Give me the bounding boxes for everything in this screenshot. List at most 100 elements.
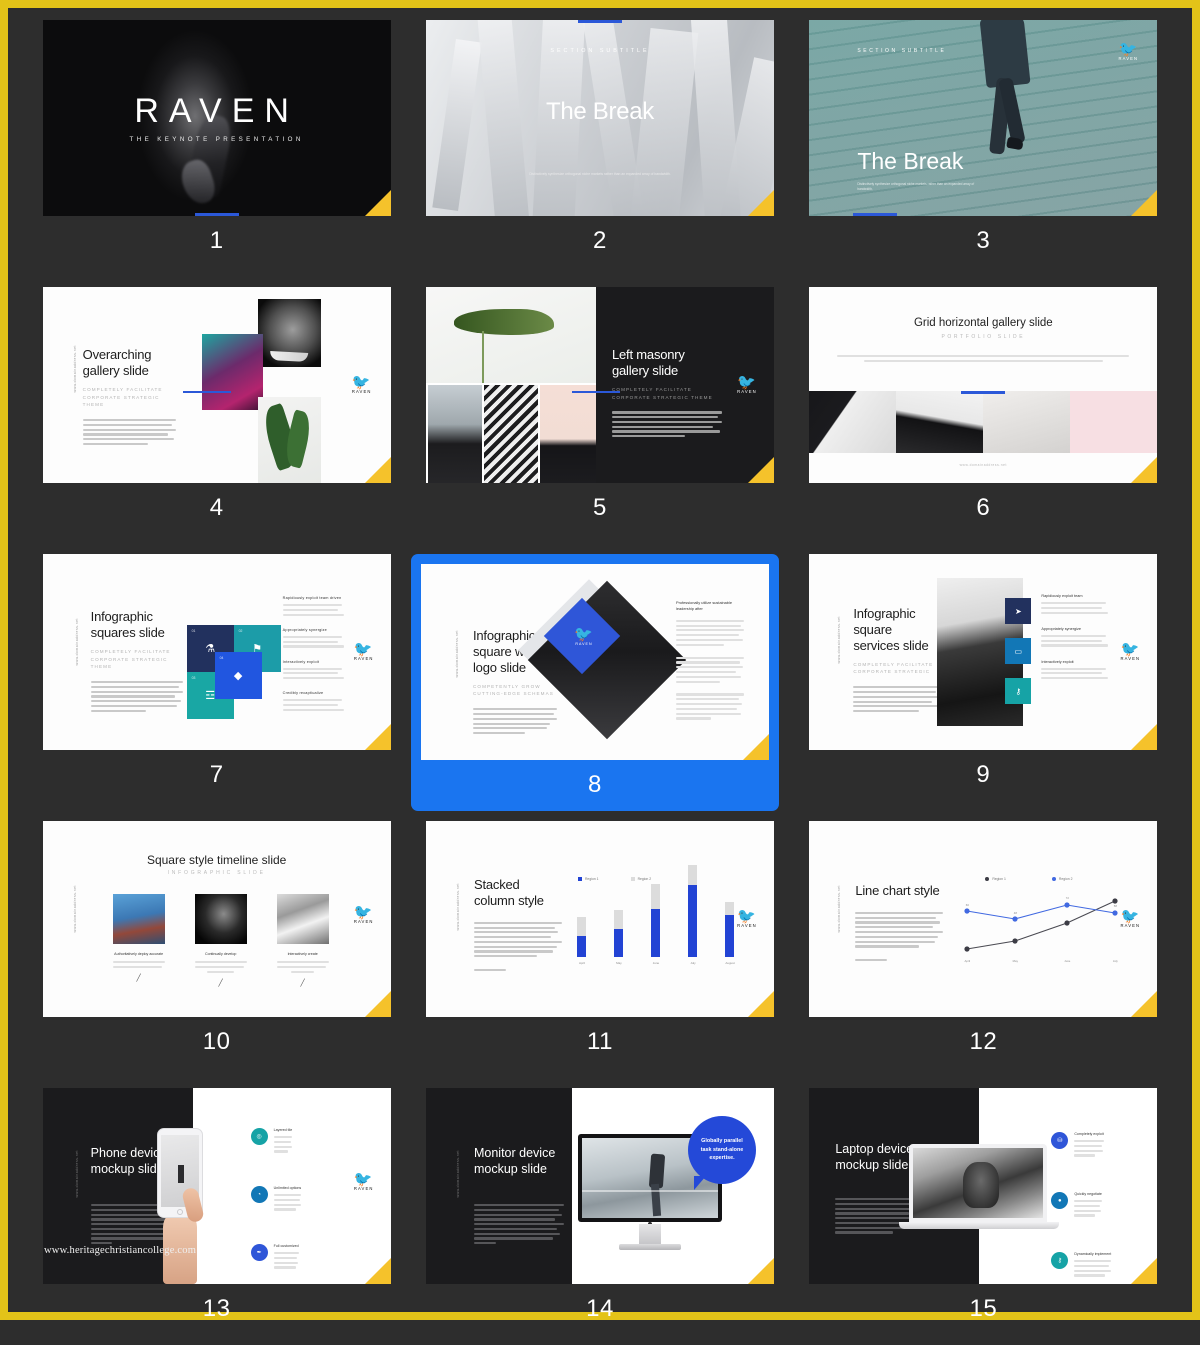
text-column: Infographic squares slide COMPLETELY FAC…	[90, 609, 183, 715]
slide-canvas-15[interactable]: Laptop device mockup slide ⛁ Completely …	[809, 1088, 1158, 1284]
raven-logo-text: RAVEN	[353, 919, 374, 924]
slide-thumb-2[interactable]: SECTION SUBTITLE The Break Distinctively…	[425, 20, 774, 277]
slide-canvas-5[interactable]: Left masonry gallery slide COMPLETELY FA…	[425, 287, 774, 483]
letters-photo	[809, 391, 897, 453]
slide-canvas-8[interactable]: www.domainaddress.net Infographic square…	[420, 564, 769, 760]
slide-cell-1[interactable]: RAVEN THE KEYNOTE PRESENTATION 1	[30, 10, 403, 277]
body-text-placeholder	[855, 911, 944, 962]
slide-thumb-6[interactable]: Grid horizontal gallery slide PORTFOLIO …	[809, 287, 1158, 544]
slide-cell-10[interactable]: www.domainaddress.net Square style timel…	[30, 811, 403, 1078]
slide-cell-8[interactable]: www.domainaddress.net Infographic square…	[410, 544, 786, 811]
slide-thumb-9[interactable]: www.domainaddress.net Infographic square…	[809, 554, 1158, 811]
slide-thumb-4[interactable]: www.domainaddress.net Overarching galler…	[42, 287, 391, 544]
blue-accent-bar	[961, 391, 1006, 394]
raven-logo: 🐦 RAVEN	[1113, 42, 1143, 62]
raven-logo: 🐦 RAVEN	[347, 375, 377, 395]
square-number: 01	[191, 629, 196, 633]
slide-cell-11[interactable]: www.domainaddress.net Stacked column sty…	[413, 811, 786, 1078]
slide-thumb-1[interactable]: RAVEN THE KEYNOTE PRESENTATION 1	[42, 20, 391, 277]
slide-title: Overarching gallery slide	[82, 347, 152, 378]
slide-thumb-3[interactable]: SECTION SUBTITLE The Break Distinctively…	[809, 20, 1158, 277]
body-text-placeholder	[473, 921, 562, 972]
point-label: 48	[1013, 911, 1017, 915]
slide-cell-2[interactable]: SECTION SUBTITLE The Break Distinctively…	[413, 10, 786, 277]
vertical-website-text: www.domainaddress.net	[72, 345, 77, 393]
slide-thumb-7[interactable]: www.domainaddress.net Infographic square…	[42, 554, 391, 811]
slide-grid: RAVEN THE KEYNOTE PRESENTATION 1 SECTION…	[8, 8, 1192, 1345]
slide-cell-12[interactable]: www.domainaddress.net Line chart style R…	[797, 811, 1170, 1078]
blue-accent-bar	[577, 20, 622, 23]
bed-hand-photo	[983, 391, 1071, 453]
slide-cell-9[interactable]: www.domainaddress.net Infographic square…	[797, 544, 1170, 811]
bar-group: May	[613, 910, 625, 965]
slide-canvas-3[interactable]: SECTION SUBTITLE The Break Distinctively…	[809, 20, 1158, 216]
slide-canvas-4[interactable]: www.domainaddress.net Overarching galler…	[42, 287, 391, 483]
feature-text: Layered tile	[273, 1128, 293, 1155]
slide-thumb-15[interactable]: Laptop device mockup slide ⛁ Completely …	[809, 1088, 1158, 1345]
slide-number-13: 13	[202, 1295, 231, 1322]
slide-cell-15[interactable]: Laptop device mockup slide ⛁ Completely …	[797, 1078, 1170, 1345]
slide-canvas-12[interactable]: www.domainaddress.net Line chart style R…	[809, 821, 1158, 1017]
raven-bird-icon: 🐦	[1120, 641, 1141, 658]
raven-logo: 🐦 RAVEN	[349, 642, 379, 662]
slide-thumb-11[interactable]: www.domainaddress.net Stacked column sty…	[425, 821, 774, 1078]
raven-logo-text: RAVEN	[575, 642, 593, 646]
slide-canvas-11[interactable]: www.domainaddress.net Stacked column sty…	[425, 821, 774, 1017]
slide-cell-5[interactable]: Left masonry gallery slide COMPLETELY FA…	[413, 277, 786, 544]
slide-canvas-6[interactable]: Grid horizontal gallery slide PORTFOLIO …	[809, 287, 1158, 483]
slide-cell-3[interactable]: SECTION SUBTITLE The Break Distinctively…	[797, 10, 1170, 277]
vertical-website-text: www.domainaddress.net	[837, 616, 842, 664]
body-text-placeholder	[837, 355, 1130, 365]
raven-logo: 🐦 RAVEN	[732, 375, 762, 395]
pen-icon: ✒	[250, 1244, 268, 1261]
raven-logo-text: RAVEN	[1118, 56, 1139, 61]
x-tick-label: June	[652, 961, 660, 965]
list-item: Appropriately synergize	[282, 628, 351, 648]
slide-canvas-2[interactable]: SECTION SUBTITLE The Break Distinctively…	[425, 20, 774, 216]
key-icon: ⚷	[1015, 686, 1022, 696]
chart-icon: ☲	[205, 690, 216, 702]
slide-number-4: 4	[209, 494, 224, 521]
slide-thumb-5[interactable]: Left masonry gallery slide COMPLETELY FA…	[425, 287, 774, 544]
x-tick-label: July	[690, 961, 696, 965]
slide-cell-13[interactable]: www.domainaddress.net Phone device mocku…	[30, 1078, 403, 1345]
slide-cell-6[interactable]: Grid horizontal gallery slide PORTFOLIO …	[797, 277, 1170, 544]
raven-bird-icon: 🐦	[353, 641, 374, 658]
card-photo	[112, 894, 165, 944]
slide-thumb-12[interactable]: www.domainaddress.net Line chart style R…	[809, 821, 1158, 1078]
card-body-placeholder	[194, 961, 247, 973]
raven-logo-text: RAVEN	[737, 389, 757, 394]
service-square-1: ➤	[1005, 598, 1032, 624]
x-tick-label: May	[616, 961, 622, 965]
slide-cell-14[interactable]: www.domainaddress.net Monitor device moc…	[413, 1078, 786, 1345]
monitor-icon: ▭	[1014, 646, 1023, 656]
vertical-website-text: www.domainaddress.net	[74, 618, 79, 666]
slide-cell-7[interactable]: www.domainaddress.net Infographic square…	[30, 544, 403, 811]
slide-thumb-14[interactable]: www.domainaddress.net Monitor device moc…	[425, 1088, 774, 1345]
section-title: The Break	[545, 98, 654, 125]
man-glasses-photo	[427, 385, 482, 483]
section-subtitle: SECTION SUBTITLE	[550, 48, 650, 54]
slide-thumb-8-selected[interactable]: www.domainaddress.net Infographic square…	[410, 554, 779, 811]
slide-number-11: 11	[587, 1028, 613, 1055]
x-tick-label: July	[1112, 959, 1118, 963]
right-text-column: Professionally utilize sustainable leade…	[675, 600, 744, 722]
slide-subtitle: COMPLETELY FACILITATE CORPORATE STRATEGI…	[611, 386, 713, 400]
speech-bubble: Globally parallel task stand-alone exper…	[687, 1116, 756, 1184]
masonry-gallery	[425, 287, 596, 483]
slide-cell-4[interactable]: www.domainaddress.net Overarching galler…	[30, 277, 403, 544]
slide-thumb-13[interactable]: www.domainaddress.net Phone device mocku…	[42, 1088, 391, 1345]
slide-canvas-7[interactable]: www.domainaddress.net Infographic square…	[42, 554, 391, 750]
feature-text: Completely exploit	[1074, 1132, 1104, 1159]
yellow-corner-triangle	[747, 190, 774, 216]
text-column: Overarching gallery slide COMPLETELY FAC…	[82, 347, 176, 448]
slide-thumb-10[interactable]: www.domainaddress.net Square style timel…	[42, 821, 391, 1078]
x-tick-label: May	[1012, 959, 1018, 963]
slide-canvas-1[interactable]: RAVEN THE KEYNOTE PRESENTATION	[42, 20, 391, 216]
slide-canvas-10[interactable]: www.domainaddress.net Square style timel…	[42, 821, 391, 1017]
walking-person-figure	[977, 20, 1033, 192]
slide-canvas-9[interactable]: www.domainaddress.net Infographic square…	[809, 554, 1158, 750]
slide-title: Left masonry gallery slide	[611, 347, 685, 378]
slide-canvas-14[interactable]: www.domainaddress.net Monitor device moc…	[425, 1088, 774, 1284]
cover-title: RAVEN	[134, 92, 299, 130]
